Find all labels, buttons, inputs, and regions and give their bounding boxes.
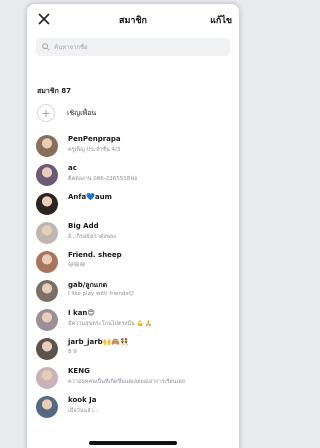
member-row[interactable]: Anfa💙aum <box>36 193 236 219</box>
avatar <box>36 135 58 157</box>
avatar <box>36 280 58 302</box>
avatar <box>36 309 58 331</box>
member-row[interactable]: KENG ความยุคคนเป็นที่เกิดขึ้นแต่เลยยอเอาก… <box>36 367 236 393</box>
member-status: ครูเพ็ญ ประจำชั้น 4/3 <box>68 147 121 153</box>
member-status: 8 9 <box>68 349 77 355</box>
members-screen: สมาชิก แก้ไข ค้นหาจากชื่อ สมาชิก 87 + เช… <box>27 4 239 448</box>
plus-icon: + <box>37 104 55 122</box>
member-row[interactable]: Friend. sheep 😄😄😄 <box>36 251 236 277</box>
member-status: มีความสุขตระโกนไปตรงนั้น 💪 🙏 <box>68 321 152 327</box>
member-status: ติดต่องาน 086-2265518ฟอ <box>68 176 138 182</box>
member-name: Anfa💙aum <box>68 193 112 201</box>
avatar <box>36 222 58 244</box>
member-name: Big Add <box>68 222 99 230</box>
invite-label: เชิญเพื่อน <box>67 108 97 117</box>
member-status: ความยุคคนเป็นที่เกิดขึ้นแต่เลยยอเอาการเร… <box>68 379 185 385</box>
member-name: kook Ja <box>68 396 97 404</box>
member-row[interactable]: ac ติดต่องาน 086-2265518ฟอ <box>36 164 236 190</box>
member-row[interactable]: Big Add อ้...ก็รอยังเราดังพลง <box>36 222 236 248</box>
avatar <box>36 367 58 389</box>
member-name: KENG <box>68 367 90 375</box>
search-icon <box>42 43 50 51</box>
member-status: 😄😄😄 <box>68 262 86 268</box>
avatar <box>36 251 58 273</box>
member-row[interactable]: PenPenprapa ครูเพ็ญ ประจำชั้น 4/3 <box>36 135 236 161</box>
avatar <box>36 396 58 418</box>
member-status: I like play with friends😊 <box>68 291 135 297</box>
member-name: jarb_jarb🙌🙈👯 <box>68 338 129 346</box>
member-status: อ้...ก็รอยังเราดังพลง <box>68 234 116 240</box>
member-name: Friend. sheep <box>68 251 122 259</box>
page-title: สมาชิก <box>118 16 148 26</box>
avatar <box>36 193 58 215</box>
member-name: I kan😊 <box>68 309 95 317</box>
header: สมาชิก แก้ไข <box>27 4 239 34</box>
invite-friends-button[interactable]: + เชิญเพื่อน <box>37 104 96 122</box>
avatar <box>36 164 58 186</box>
home-indicator <box>89 441 177 445</box>
avatar <box>36 338 58 360</box>
edit-button[interactable]: แก้ไข <box>210 13 232 27</box>
search-input[interactable]: ค้นหาจากชื่อ <box>36 38 230 56</box>
member-row[interactable]: gab/ลูกแกด I like play with friends😊 <box>36 280 236 306</box>
member-status: เมื่อวันแล้ว... <box>68 408 99 414</box>
members-count: สมาชิก 87 <box>37 87 71 95</box>
search-placeholder: ค้นหาจากชื่อ <box>54 44 88 51</box>
member-row[interactable]: kook Ja เมื่อวันแล้ว... <box>36 396 236 422</box>
member-row[interactable]: jarb_jarb🙌🙈👯 8 9 <box>36 338 236 364</box>
member-row[interactable]: I kan😊 มีความสุขตระโกนไปตรงนั้น 💪 🙏 <box>36 309 236 335</box>
member-name: ac <box>68 164 77 172</box>
member-name: gab/ลูกแกด <box>68 281 108 289</box>
member-name: PenPenprapa <box>68 135 121 143</box>
